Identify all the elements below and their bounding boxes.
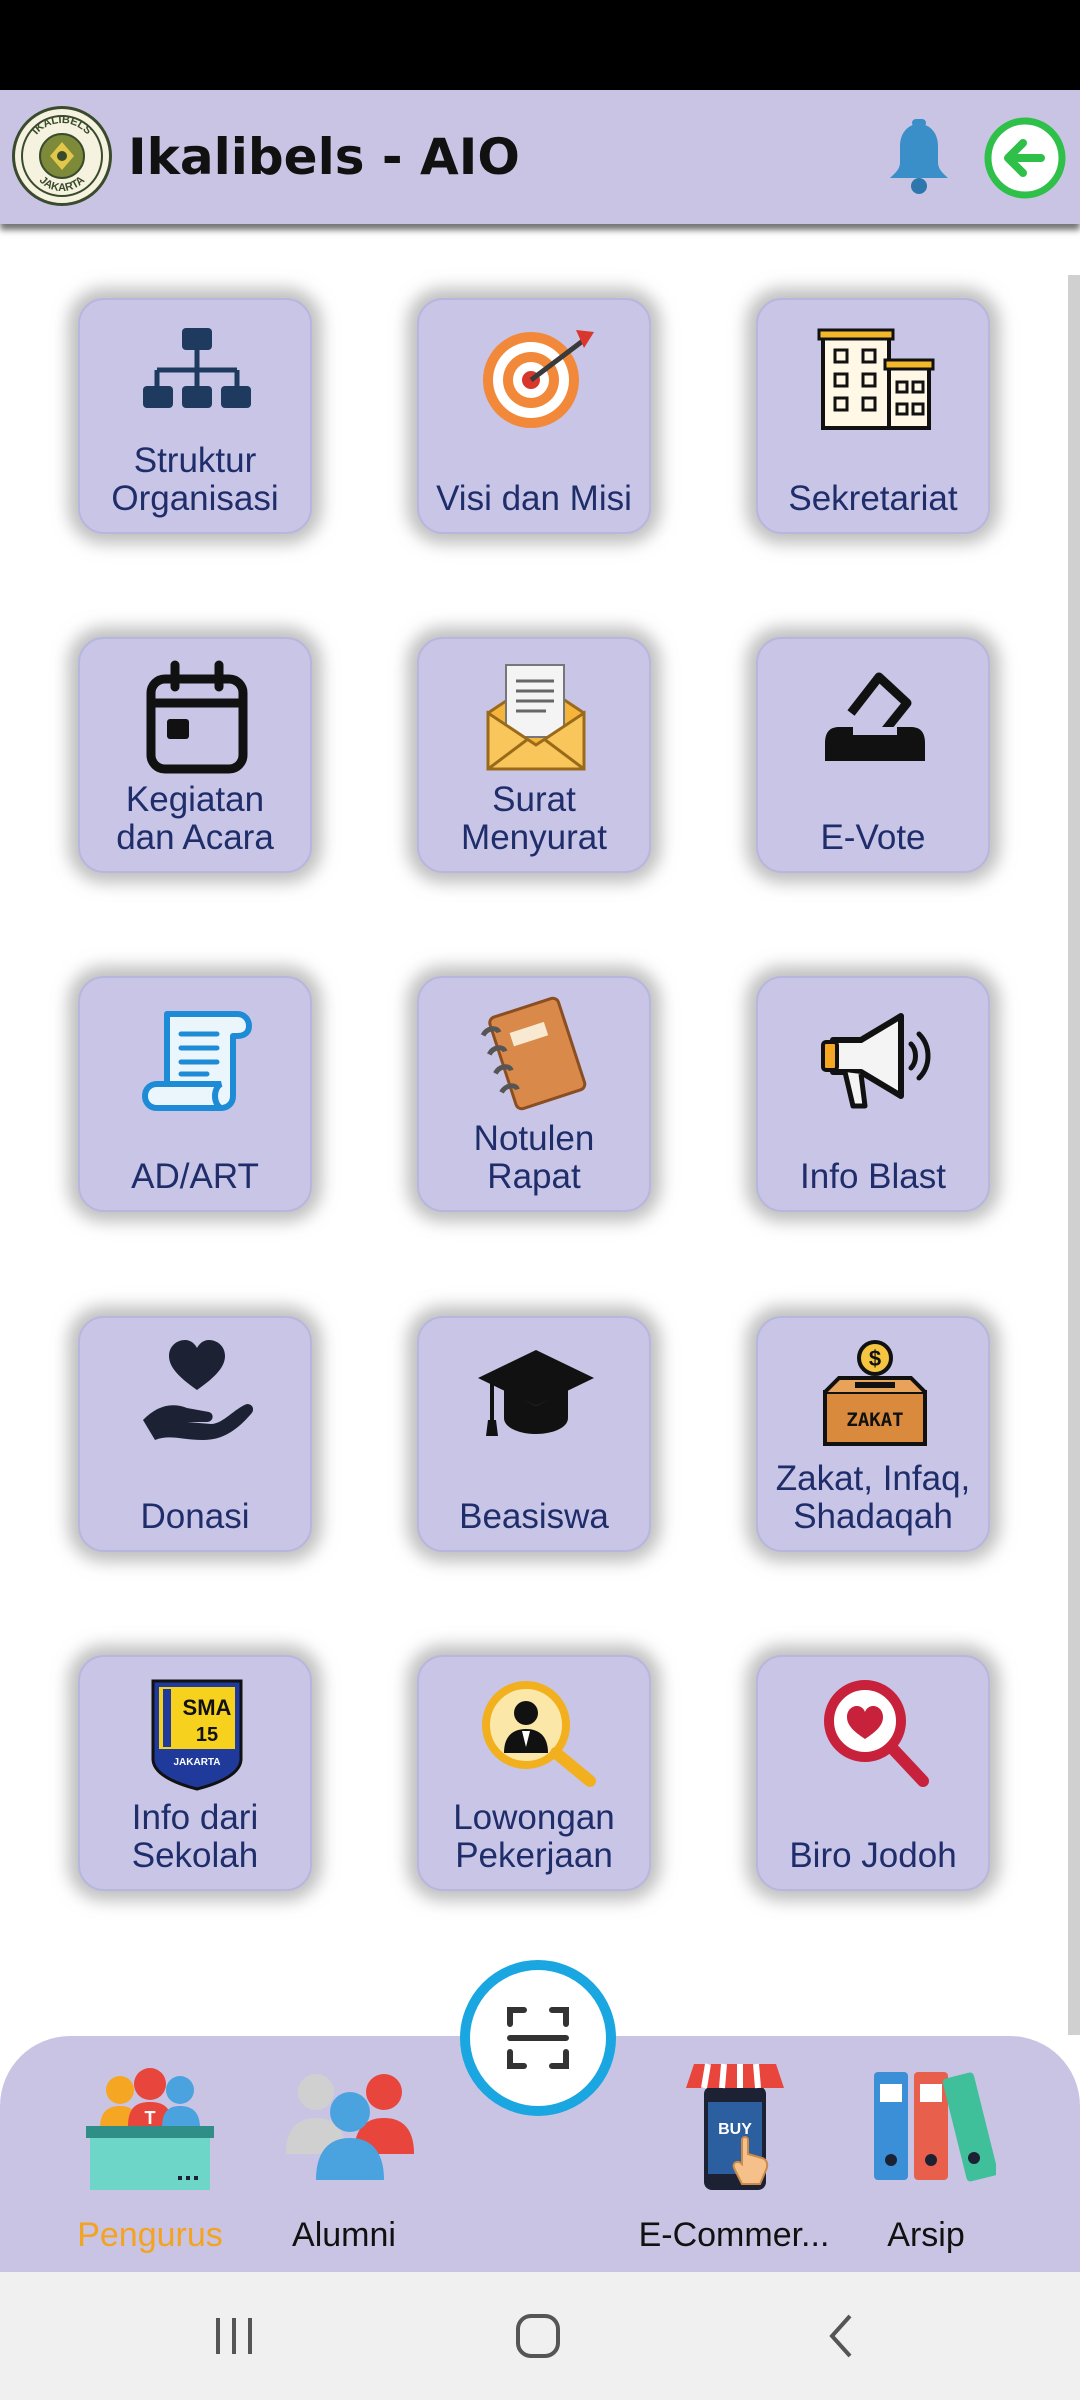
back-nav-icon[interactable] bbox=[818, 2312, 866, 2360]
menu-beasiswa[interactable]: Beasiswa bbox=[417, 1316, 651, 1552]
binders-icon bbox=[874, 2072, 996, 2182]
back-arrow-icon[interactable] bbox=[983, 116, 1067, 200]
scan-button[interactable] bbox=[460, 1960, 616, 2116]
people-icon bbox=[286, 2074, 414, 2180]
buy-text: BUY bbox=[718, 2121, 752, 2138]
home-icon[interactable] bbox=[512, 2310, 564, 2362]
recent-apps-icon[interactable] bbox=[210, 2312, 258, 2360]
menu-info-blast[interactable]: Info Blast bbox=[756, 976, 990, 1212]
zakat-box-icon: $ ZAKAT bbox=[823, 1340, 927, 1446]
scroll-icon bbox=[142, 1011, 252, 1111]
ballot-box-icon bbox=[825, 672, 925, 761]
logo-emblem-icon: IKALIBELS JAKARTA bbox=[21, 114, 103, 197]
notebook-icon bbox=[480, 996, 587, 1111]
menu-label: Kegiatan dan Acara bbox=[116, 780, 274, 857]
scrollbar[interactable] bbox=[1068, 275, 1080, 2035]
zakat-box-text: ZAKAT bbox=[846, 1409, 903, 1431]
megaphone-icon bbox=[821, 1013, 931, 1109]
school-badge-top: SMA bbox=[183, 1695, 232, 1720]
menu-label: Visi dan Misi bbox=[436, 479, 632, 518]
org-chart-icon bbox=[143, 328, 251, 408]
nav-label: Arsip bbox=[887, 2216, 965, 2254]
svg-text:T: T bbox=[145, 2108, 156, 2128]
menu-label: Notulen Rapat bbox=[473, 1119, 595, 1196]
app-title: Ikalibels - AIO bbox=[128, 128, 520, 186]
system-navigation-bar bbox=[0, 2272, 1080, 2400]
menu-ad-art[interactable]: AD/ART bbox=[78, 976, 312, 1212]
status-bar bbox=[0, 0, 1080, 90]
calendar-icon bbox=[146, 660, 248, 774]
school-badge-bottom: JAKARTA bbox=[173, 1757, 220, 1768]
menu-label: Zakat, Infaq, Shadaqah bbox=[775, 1459, 971, 1536]
nav-arsip[interactable]: Arsip bbox=[826, 2036, 1026, 2272]
shop-icon: BUY bbox=[686, 2063, 784, 2190]
svg-text:$: $ bbox=[869, 1346, 881, 1371]
app-logo: IKALIBELS JAKARTA bbox=[12, 106, 112, 206]
envelope-icon bbox=[486, 664, 586, 771]
building-icon bbox=[817, 328, 935, 430]
menu-label: E-Vote bbox=[820, 818, 926, 857]
menu-label: Info dari Sekolah bbox=[131, 1798, 259, 1875]
menu-notulen-rapat[interactable]: Notulen Rapat bbox=[417, 976, 651, 1212]
menu-label: Lowongan Pekerjaan bbox=[453, 1798, 615, 1875]
school-badge-icon: SMA 15 JAKARTA bbox=[151, 1679, 243, 1791]
job-search-icon bbox=[482, 1681, 596, 1787]
menu-label: Donasi bbox=[140, 1497, 250, 1536]
menu-e-vote[interactable]: E-Vote bbox=[756, 637, 990, 873]
menu-struktur-organisasi[interactable]: Struktur Organisasi bbox=[78, 298, 312, 534]
menu-kegiatan-dan-acara[interactable]: Kegiatan dan Acara bbox=[78, 637, 312, 873]
menu-visi-dan-misi[interactable]: Visi dan Misi bbox=[417, 298, 651, 534]
menu-lowongan-pekerjaan[interactable]: Lowongan Pekerjaan bbox=[417, 1655, 651, 1891]
target-icon bbox=[483, 330, 594, 428]
bell-icon[interactable] bbox=[878, 116, 960, 198]
nav-label: Alumni bbox=[292, 2216, 396, 2254]
menu-label: Sekretariat bbox=[788, 479, 958, 518]
menu-label: Info Blast bbox=[800, 1157, 946, 1196]
menu-label: Surat Menyurat bbox=[461, 780, 607, 857]
heart-search-icon bbox=[824, 1680, 929, 1787]
nav-pengurus[interactable]: T Pengurus bbox=[50, 2036, 250, 2272]
menu-info-dari-sekolah[interactable]: SMA 15 JAKARTA Info dari Sekolah bbox=[78, 1655, 312, 1891]
nav-e-commerce[interactable]: BUY E-Commer... bbox=[634, 2036, 834, 2272]
menu-sekretariat[interactable]: Sekretariat bbox=[756, 298, 990, 534]
menu-label: Beasiswa bbox=[459, 1497, 609, 1536]
nav-alumni[interactable]: Alumni bbox=[244, 2036, 444, 2272]
committee-icon: T bbox=[86, 2068, 214, 2190]
school-badge-number: 15 bbox=[196, 1724, 218, 1746]
menu-donasi[interactable]: Donasi bbox=[78, 1316, 312, 1552]
menu-zakat-infaq-shadaqah[interactable]: $ ZAKAT Zakat, Infaq, Shadaqah bbox=[756, 1316, 990, 1552]
menu-biro-jodoh[interactable]: Biro Jodoh bbox=[756, 1655, 990, 1891]
app-bar: IKALIBELS JAKARTA Ikalibels - AIO bbox=[0, 90, 1080, 224]
menu-label: Struktur Organisasi bbox=[111, 441, 279, 518]
menu-surat-menyurat[interactable]: Surat Menyurat bbox=[417, 637, 651, 873]
scan-icon bbox=[507, 2007, 569, 2069]
graduation-cap-icon bbox=[478, 1350, 594, 1436]
menu-label: AD/ART bbox=[131, 1157, 259, 1196]
menu-label: Biro Jodoh bbox=[789, 1836, 957, 1875]
heart-hand-icon bbox=[143, 1340, 254, 1440]
